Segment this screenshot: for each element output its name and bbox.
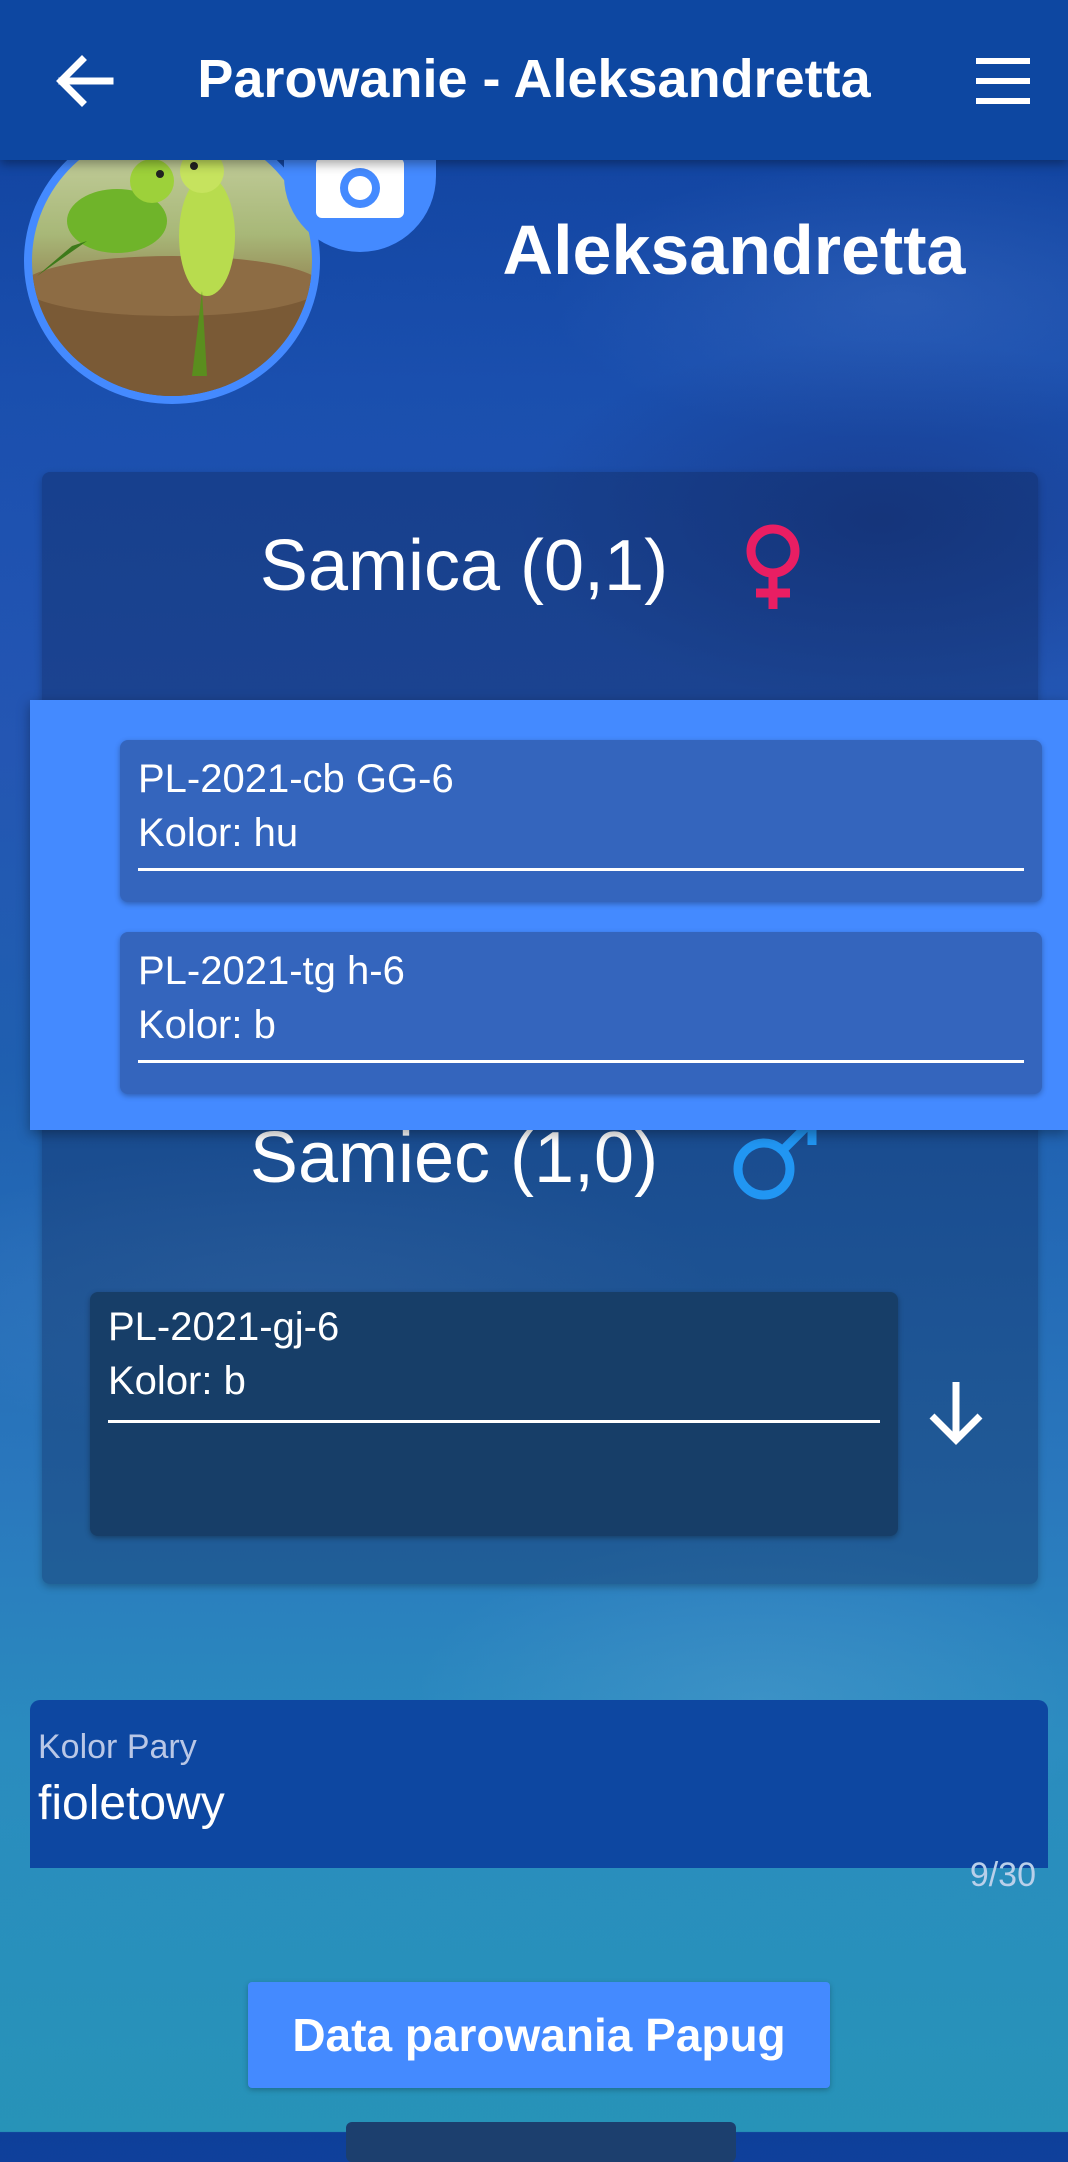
female-section-title: Samica (0,1) (0, 520, 1068, 611)
parrot-photo-illustration (32, 149, 312, 396)
underline (108, 1420, 880, 1423)
camera-icon (316, 150, 404, 218)
ring-number: PL-2021-tg h-6 (138, 949, 405, 993)
bird-color: Kolor: hu (138, 811, 299, 855)
female-options-dropdown: PL-2021-cb GG-6 Kolor: hu PL-2021-tg h-6… (30, 700, 1068, 1130)
pair-color-field[interactable]: Kolor Pary fioletowy (30, 1700, 1048, 1868)
pairing-date-button[interactable]: Data parowania Papug (248, 1982, 830, 2088)
arrow-left-icon[interactable] (50, 46, 120, 116)
female-symbol-icon (746, 524, 800, 609)
ring-number: PL-2021-gj-6 (108, 1305, 340, 1349)
bird-color: Kolor: b (138, 1003, 276, 1047)
ring-number: PL-2021-cb GG-6 (138, 757, 454, 801)
pair-color-input[interactable]: fioletowy (38, 1776, 225, 1831)
female-section-label: Samica (0,1) (259, 525, 669, 606)
page-title: Parowanie - Aleksandretta (197, 49, 871, 109)
hamburger-menu-icon[interactable] (968, 46, 1038, 116)
bird-color: Kolor: b (108, 1359, 246, 1403)
app-bar: Parowanie - Aleksandretta (0, 0, 1068, 160)
secondary-button[interactable] (346, 2122, 736, 2162)
pair-color-label: Kolor Pary (38, 1728, 197, 1766)
arrow-down-icon[interactable] (920, 1376, 992, 1448)
underline (138, 868, 1024, 871)
female-option[interactable]: PL-2021-cb GG-6 Kolor: hu (120, 740, 1042, 902)
character-counter: 9/30 (969, 1856, 1036, 1894)
underline (138, 1060, 1024, 1063)
bird-name: Aleksandretta (502, 211, 966, 289)
female-option[interactable]: PL-2021-tg h-6 Kolor: b (120, 932, 1042, 1094)
parrot-avatar[interactable] (24, 118, 320, 404)
male-select[interactable]: PL-2021-gj-6 Kolor: b (90, 1292, 898, 1536)
